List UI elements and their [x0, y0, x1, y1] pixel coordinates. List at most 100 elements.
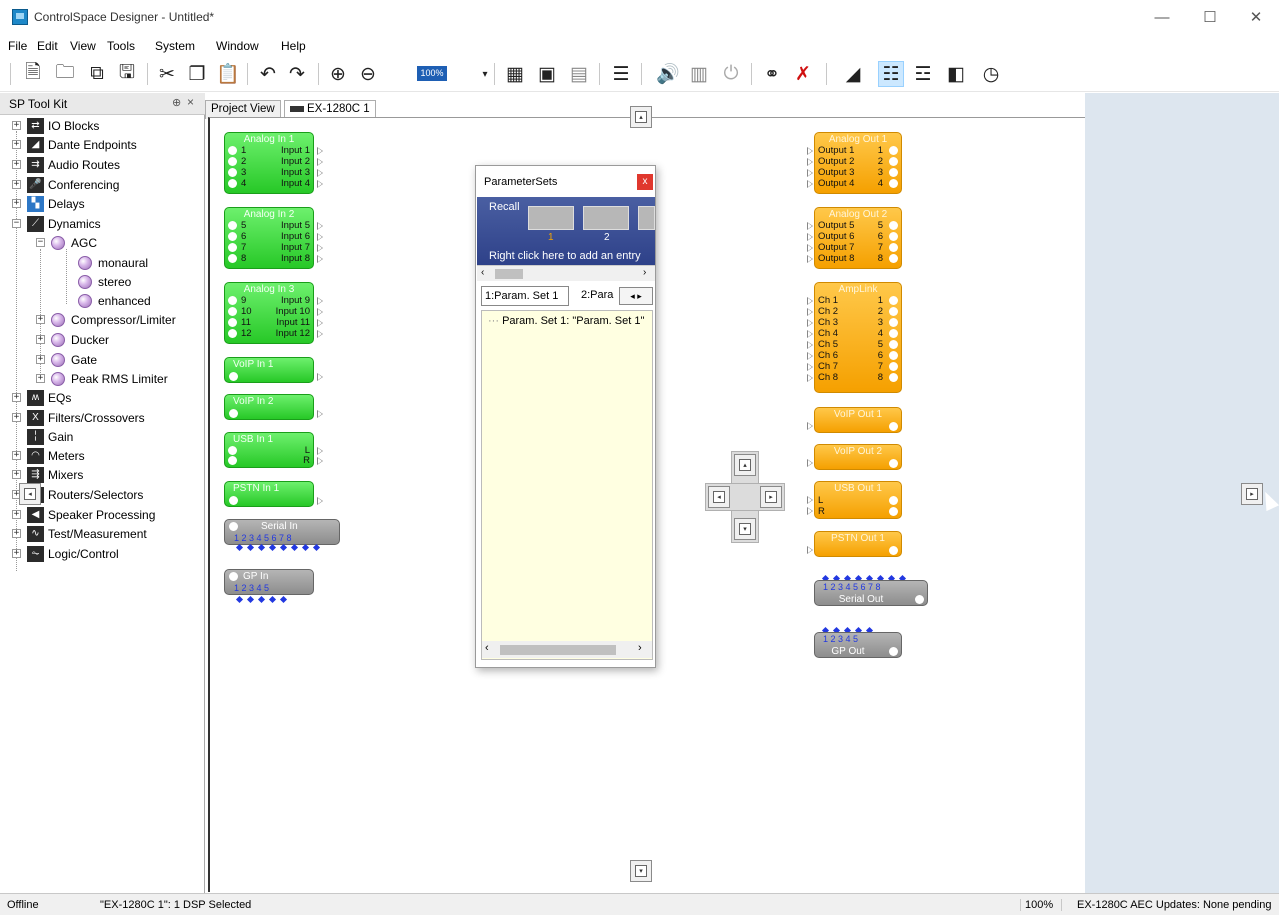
tree-test-measurement[interactable]: + ∿ Test/Measurement — [12, 524, 147, 543]
minimize-button[interactable]: — — [1139, 6, 1185, 30]
layout-icon[interactable]: ◧ — [943, 61, 969, 87]
tree-eqs[interactable]: + ʍ EQs — [12, 388, 71, 407]
tree-speaker-processing[interactable]: + ◀ Speaker Processing — [12, 505, 155, 524]
zoom-fit-button[interactable]: 100% — [417, 66, 447, 81]
param-set-list[interactable]: ··· Param. Set 1: "Param. Set 1" ‹ › — [481, 310, 653, 660]
gp-in-block[interactable]: GP In 1 2 3 4 5 — [224, 569, 314, 595]
pstn-out-1-block[interactable]: PSTN Out 1 — [814, 531, 902, 557]
tree-conferencing[interactable]: + 🎤 Conferencing — [12, 175, 119, 194]
voip-out-2-block[interactable]: VoIP Out 2 — [814, 444, 902, 470]
usb-out-1-block[interactable]: USB Out 1 L R — [814, 481, 902, 519]
binoculars-icon[interactable]: ⚭ — [759, 61, 785, 87]
recall-scrollbar[interactable]: ‹ › — [477, 265, 655, 281]
grid-icon[interactable]: ▦ — [502, 61, 528, 87]
zoom-in-icon[interactable]: ⊕ — [325, 61, 351, 87]
tree-gain[interactable]: ╎ Gain — [27, 427, 73, 446]
recall-area[interactable]: Recall 1 2 Right click here to add an en… — [477, 197, 655, 265]
tab-param-set-2[interactable]: 2:Para — [581, 289, 613, 301]
speaker-icon[interactable]: 🔊 — [655, 61, 681, 87]
menu-edit[interactable]: Edit — [37, 39, 58, 53]
menu-view[interactable]: View — [70, 39, 96, 53]
tree-stereo[interactable]: stereo — [78, 272, 131, 291]
dock-cross-right-button[interactable]: ▸ — [760, 486, 782, 508]
voip-in-2-block[interactable]: VoIP In 2 — [224, 394, 323, 420]
tab-scroll-arrows[interactable]: ◂ ▸ — [619, 287, 653, 305]
menu-system[interactable]: System — [155, 39, 195, 53]
copy-icon[interactable]: ❐ — [184, 61, 210, 87]
analog-in-2-block[interactable]: Analog In 2 5 Input 5 6 Input 6 7 Input 7 8… — [224, 207, 323, 269]
open-folder-icon[interactable]: 🗀 — [52, 61, 78, 87]
tree-filters-crossovers[interactable]: + X Filters/Crossovers — [12, 408, 145, 427]
tree-delays[interactable]: + ▚ Delays — [12, 194, 85, 213]
menu-file[interactable]: File — [8, 39, 27, 53]
voip-out-1-block[interactable]: VoIP Out 1 — [814, 407, 902, 433]
list-scroll-thumb[interactable] — [500, 645, 616, 655]
new-file-icon[interactable]: 🗎 — [20, 61, 46, 87]
dock-cross-top-button[interactable]: ▴ — [734, 454, 756, 476]
pin-icon[interactable]: ⊕ — [172, 96, 181, 109]
serial-out-block[interactable]: 1 2 3 4 5 6 7 8 Serial Out — [814, 580, 928, 606]
tree-agc[interactable]: − AGC — [36, 233, 97, 252]
tree-dante-endpoints[interactable]: + ◢ Dante Endpoints — [12, 135, 137, 154]
tree-compressor-limiter[interactable]: + Compressor/Limiter — [36, 310, 176, 329]
analog-in-1-block[interactable]: Analog In 1 1 Input 1 2 Input 2 3 Input 3 4… — [224, 132, 323, 194]
dock-top-nav-button[interactable]: ▴ — [630, 106, 652, 128]
zoom-out-icon[interactable]: ⊖ — [355, 61, 381, 87]
bose-logo-icon[interactable]: ◢ — [840, 61, 866, 87]
tree-gate[interactable]: + Gate — [36, 350, 97, 369]
tree-meters[interactable]: + ◠ Meters — [12, 446, 85, 465]
tree-dynamics[interactable]: − ⟋ Dynamics — [12, 214, 101, 233]
dialog-close-button[interactable]: x — [637, 174, 653, 190]
tree-logic-control[interactable]: + ⏦ Logic/Control — [12, 544, 119, 563]
tree-enhanced[interactable]: enhanced — [78, 291, 151, 310]
panel-icon[interactable]: ▤ — [566, 61, 592, 87]
tree-ducker[interactable]: + Ducker — [36, 330, 109, 349]
dock-left-nav-button[interactable]: ◂ — [19, 483, 41, 505]
clock-icon[interactable]: ◷ — [978, 61, 1004, 87]
list-scroll-right-icon[interactable]: › — [638, 642, 642, 654]
scroll-thumb[interactable] — [495, 269, 523, 279]
close-button[interactable]: ✕ — [1233, 6, 1279, 30]
power-icon[interactable]: ⏻ — [718, 61, 744, 87]
close-panel-icon[interactable]: × — [187, 95, 194, 109]
amplink-block[interactable]: AmpLink Ch 11 Ch 22 Ch 33 Ch 44 Ch 55 Ch… — [814, 282, 902, 393]
cut-icon[interactable]: ✂ — [154, 61, 180, 87]
maximize-button[interactable]: ☐ — [1187, 6, 1233, 30]
hierarchy-icon[interactable]: ☲ — [910, 61, 936, 87]
analog-in-3-block[interactable]: Analog In 3 9 Input 9 10 Input 10 11 Input … — [224, 282, 323, 344]
tree-monaural[interactable]: monaural — [78, 253, 148, 272]
gp-out-block[interactable]: 1 2 3 4 5 GP Out — [814, 632, 902, 658]
menu-tools[interactable]: Tools — [107, 39, 135, 53]
analog-out-2-block[interactable]: Analog Out 2 Output 55 Output 66 Output … — [814, 207, 902, 269]
serial-in-block[interactable]: Serial In 1 2 3 4 5 6 7 8 — [224, 519, 340, 545]
tab-param-set-1[interactable]: 1:Param. Set 1 — [481, 286, 569, 306]
analog-out-1-block[interactable]: Analog Out 1 Output 11 Output 22 Output … — [814, 132, 902, 194]
dock-cross-left-button[interactable]: ◂ — [708, 486, 730, 508]
pstn-in-1-block[interactable]: PSTN In 1 — [224, 481, 323, 507]
menu-help[interactable]: Help — [281, 39, 306, 53]
dock-bottom-nav-button[interactable]: ▾ — [630, 860, 652, 882]
list-view-icon[interactable]: ☷ — [878, 61, 904, 87]
list-scrollbar[interactable]: ‹ › — [482, 641, 652, 658]
dock-cross-bottom-button[interactable]: ▾ — [734, 518, 756, 540]
recall-slot-1[interactable] — [528, 206, 574, 230]
save-icon[interactable]: 🖫 — [114, 61, 140, 87]
list-scroll-left-icon[interactable]: ‹ — [485, 642, 489, 654]
chip-icon[interactable]: ▥ — [686, 61, 712, 87]
undo-icon[interactable]: ↶ — [255, 61, 281, 87]
document-icon[interactable]: ☰ — [608, 61, 634, 87]
tree-io-blocks[interactable]: + ⇄ IO Blocks — [12, 116, 99, 135]
usb-in-1-block[interactable]: USB In 1 L R — [224, 432, 323, 468]
recall-slot-3[interactable] — [638, 206, 655, 230]
list-item[interactable]: ··· Param. Set 1: "Param. Set 1" — [488, 315, 650, 327]
scroll-right-icon[interactable]: › — [643, 267, 646, 278]
device-view-icon[interactable]: ▣ — [534, 61, 560, 87]
paste-icon[interactable]: 📋 — [215, 61, 241, 87]
menu-window[interactable]: Window — [216, 39, 259, 53]
recall-slot-2[interactable] — [583, 206, 629, 230]
tree-mixers[interactable]: + ⇶ Mixers — [12, 465, 83, 484]
disconnect-icon[interactable]: ✗ — [790, 61, 816, 87]
add-device-icon[interactable]: ⧉ — [84, 61, 110, 87]
scroll-left-icon[interactable]: ‹ — [481, 267, 484, 278]
redo-icon[interactable]: ↷ — [284, 61, 310, 87]
